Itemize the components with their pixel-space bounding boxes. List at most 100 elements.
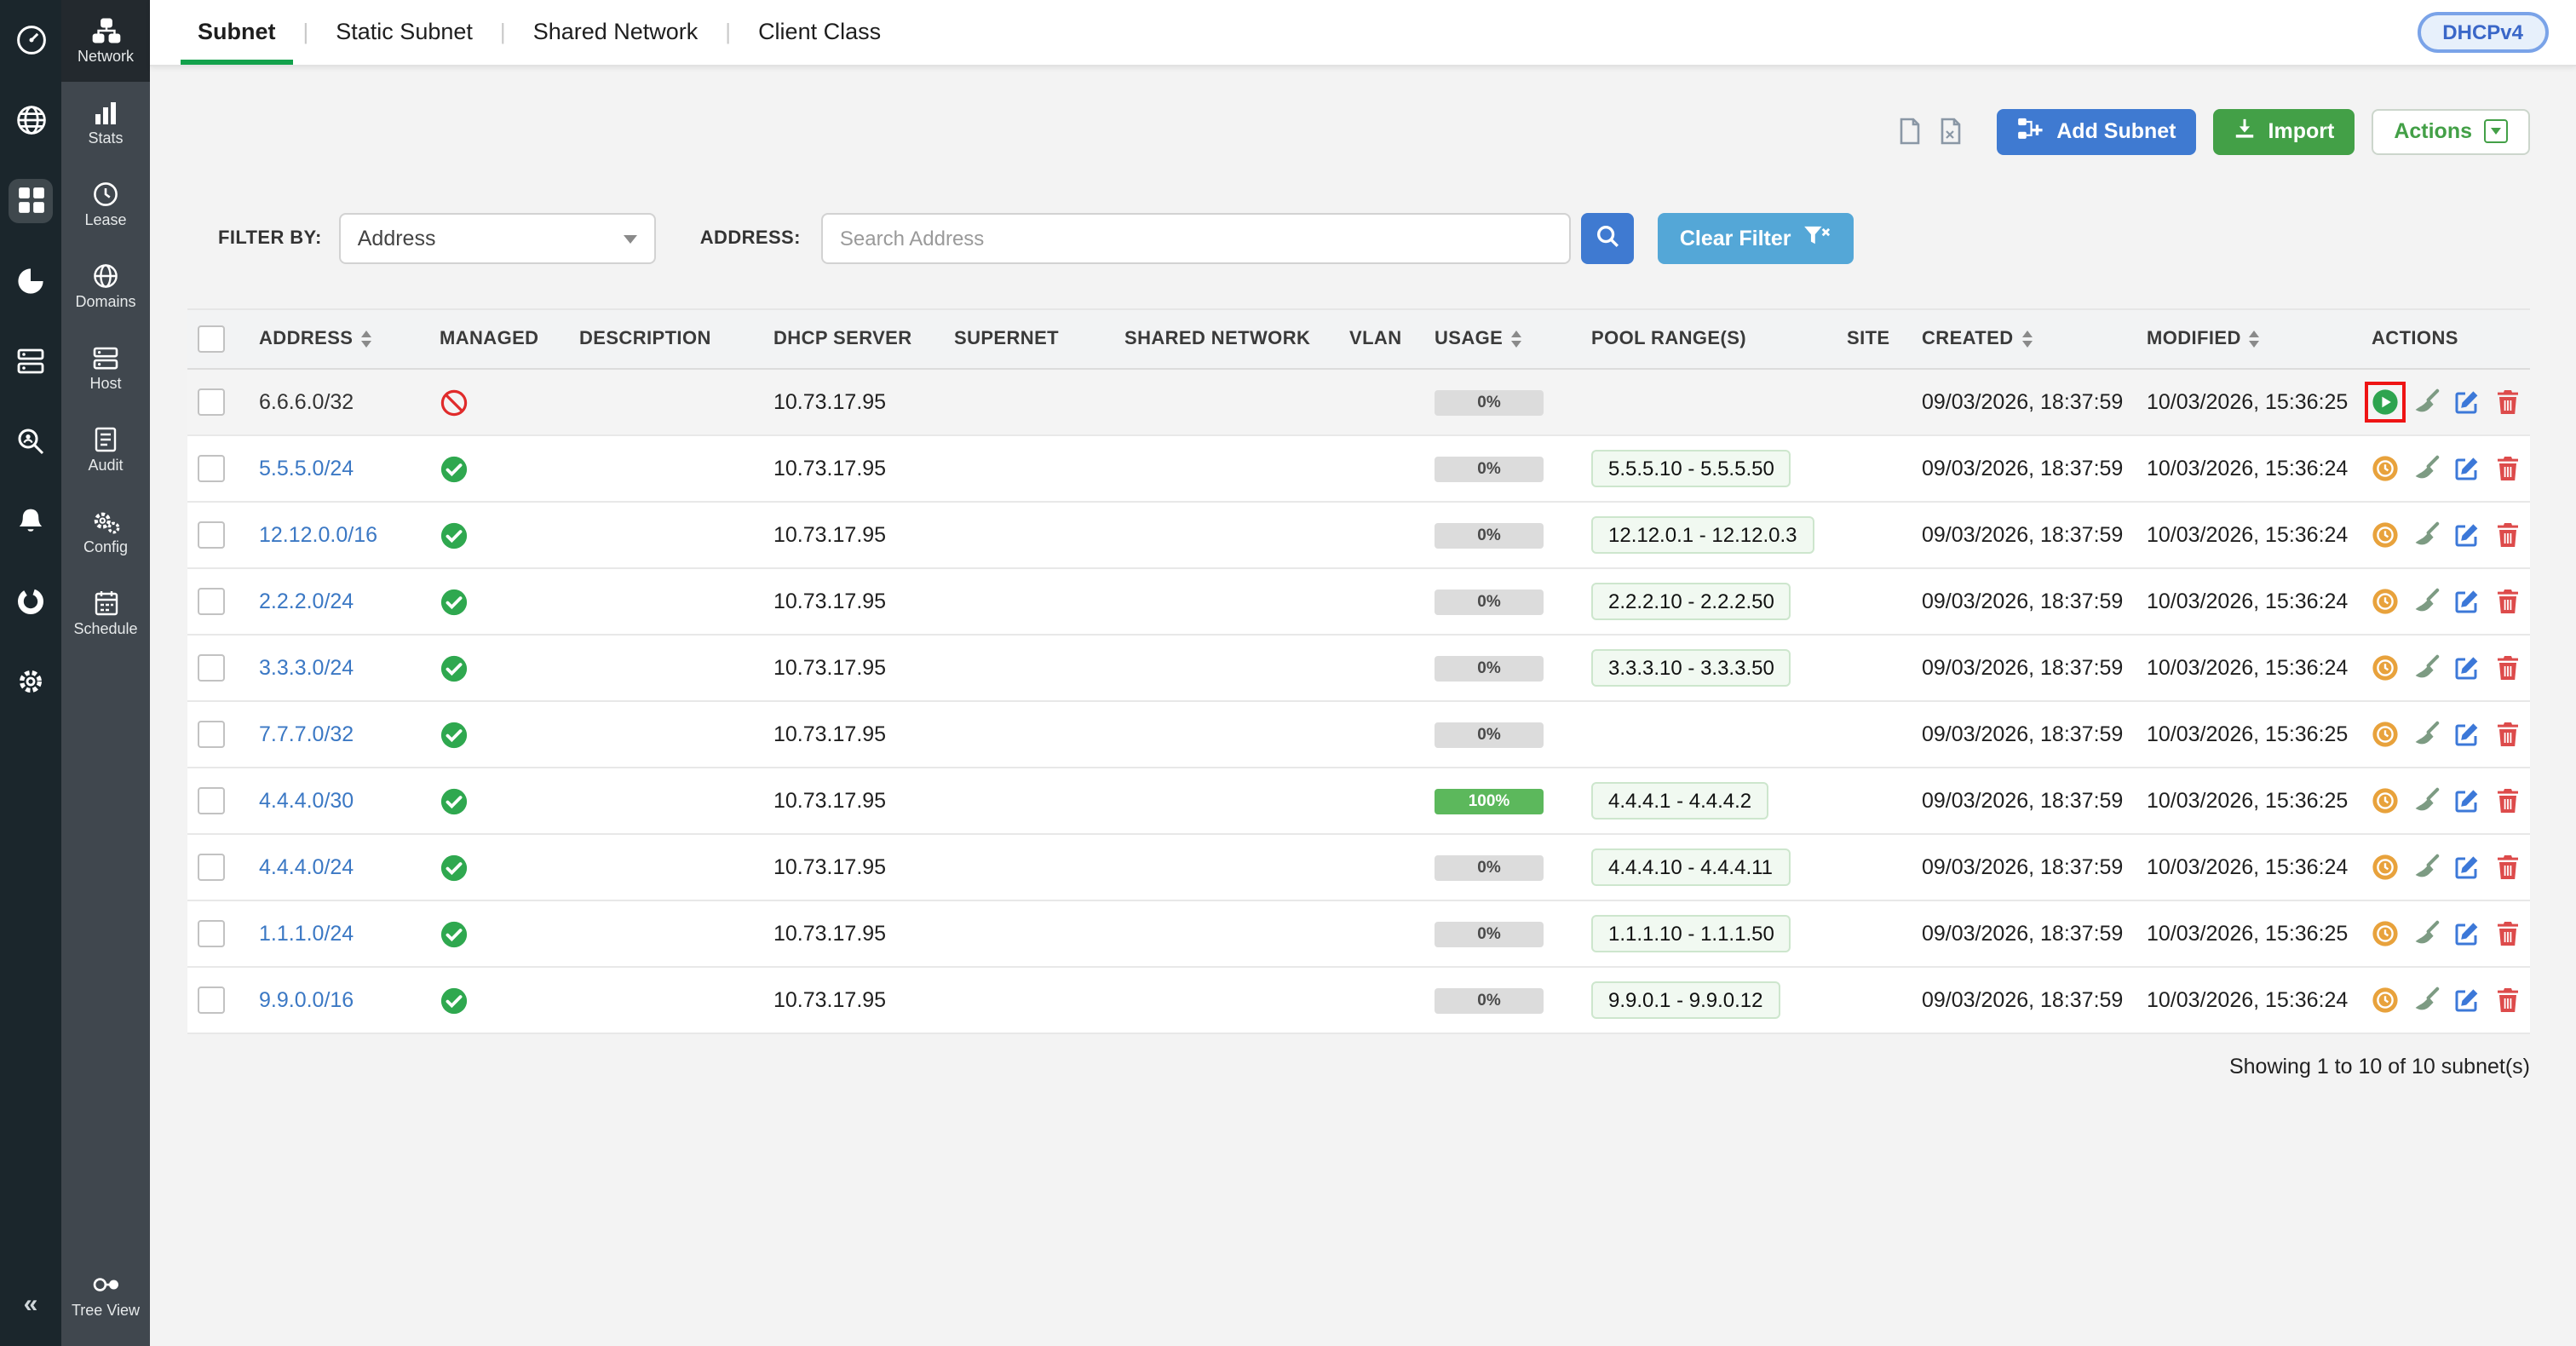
sort-icon[interactable] bbox=[2022, 331, 2033, 348]
rail-item-discovery[interactable] bbox=[0, 400, 61, 480]
search-address-input[interactable] bbox=[821, 213, 1571, 264]
col-header-usage[interactable]: USAGE bbox=[1424, 309, 1581, 369]
sidebar-item-audit[interactable]: Audit bbox=[61, 409, 150, 491]
subnet-address-link[interactable]: 1.1.1.0/24 bbox=[259, 922, 354, 946]
sidebar-item-lease[interactable]: Lease bbox=[61, 164, 150, 245]
delete-icon[interactable] bbox=[2494, 920, 2520, 947]
play-icon[interactable] bbox=[2372, 388, 2399, 416]
tab-shared-network[interactable]: Shared Network bbox=[506, 0, 726, 65]
broom-icon[interactable] bbox=[2412, 388, 2440, 416]
tab-subnet[interactable]: Subnet bbox=[170, 0, 303, 65]
broom-icon[interactable] bbox=[2412, 854, 2440, 881]
row-checkbox[interactable] bbox=[198, 588, 225, 615]
edit-icon[interactable] bbox=[2453, 920, 2481, 947]
edit-icon[interactable] bbox=[2453, 455, 2481, 482]
sort-icon[interactable] bbox=[2250, 331, 2260, 348]
col-header-modified[interactable]: MODIFIED bbox=[2136, 309, 2361, 369]
edit-icon[interactable] bbox=[2453, 588, 2481, 615]
edit-icon[interactable] bbox=[2453, 654, 2481, 682]
clock-icon[interactable] bbox=[2372, 854, 2399, 881]
subnet-address-link[interactable]: 4.4.4.0/30 bbox=[259, 789, 354, 813]
tab-static-subnet[interactable]: Static Subnet bbox=[308, 0, 500, 65]
clock-icon[interactable] bbox=[2372, 986, 2399, 1014]
sidebar-item-host[interactable]: Host bbox=[61, 327, 150, 409]
row-checkbox[interactable] bbox=[198, 654, 225, 682]
sort-icon[interactable] bbox=[361, 331, 371, 348]
edit-icon[interactable] bbox=[2453, 787, 2481, 814]
delete-icon[interactable] bbox=[2494, 787, 2520, 814]
rail-item-dashboard[interactable] bbox=[0, 0, 61, 80]
row-checkbox[interactable] bbox=[198, 854, 225, 881]
delete-icon[interactable] bbox=[2494, 986, 2520, 1014]
broom-icon[interactable] bbox=[2412, 721, 2440, 748]
edit-icon[interactable] bbox=[2453, 721, 2481, 748]
subnet-address-link[interactable]: 3.3.3.0/24 bbox=[259, 656, 354, 680]
subnet-address-link[interactable]: 4.4.4.0/24 bbox=[259, 855, 354, 879]
sidebar-item-stats[interactable]: Stats bbox=[61, 82, 150, 164]
row-checkbox[interactable] bbox=[198, 920, 225, 947]
subnet-address-link[interactable]: 7.7.7.0/32 bbox=[259, 722, 354, 746]
clock-icon[interactable] bbox=[2372, 521, 2399, 549]
delete-icon[interactable] bbox=[2494, 521, 2520, 549]
rail-item-notifications[interactable] bbox=[0, 480, 61, 561]
rail-item-dns[interactable] bbox=[0, 80, 61, 160]
clock-icon[interactable] bbox=[2372, 588, 2399, 615]
clock-icon[interactable] bbox=[2372, 721, 2399, 748]
filter-by-select[interactable]: Address bbox=[339, 213, 656, 264]
sidebar-item-schedule[interactable]: Schedule bbox=[61, 572, 150, 654]
collapse-sidebar-button[interactable]: « bbox=[17, 1283, 45, 1326]
subnet-address-link[interactable]: 2.2.2.0/24 bbox=[259, 590, 354, 613]
broom-icon[interactable] bbox=[2412, 521, 2440, 549]
col-header-address[interactable]: ADDRESS bbox=[249, 309, 429, 369]
row-checkbox[interactable] bbox=[198, 986, 225, 1014]
sidebar-item-config[interactable]: Config bbox=[61, 491, 150, 572]
row-checkbox[interactable] bbox=[198, 721, 225, 748]
tab-client-class[interactable]: Client Class bbox=[731, 0, 908, 65]
edit-icon[interactable] bbox=[2453, 388, 2481, 416]
clock-icon[interactable] bbox=[2372, 787, 2399, 814]
broom-icon[interactable] bbox=[2412, 787, 2440, 814]
row-checkbox[interactable] bbox=[198, 787, 225, 814]
rail-item-servers[interactable] bbox=[0, 320, 61, 400]
select-all-checkbox[interactable] bbox=[198, 325, 225, 353]
pdf-export-icon[interactable] bbox=[1898, 118, 1922, 145]
rail-item-reports[interactable] bbox=[0, 561, 61, 641]
sort-icon[interactable] bbox=[1511, 331, 1521, 348]
delete-icon[interactable] bbox=[2494, 654, 2520, 682]
rail-item-admin[interactable] bbox=[0, 641, 61, 721]
delete-icon[interactable] bbox=[2494, 455, 2520, 482]
edit-icon[interactable] bbox=[2453, 854, 2481, 881]
subnet-address-link[interactable]: 12.12.0.0/16 bbox=[259, 523, 377, 547]
row-checkbox[interactable] bbox=[198, 521, 225, 549]
delete-icon[interactable] bbox=[2494, 721, 2520, 748]
sidebar-item-tree-view[interactable]: Tree View bbox=[61, 1254, 150, 1336]
col-header-created[interactable]: CREATED bbox=[1912, 309, 2136, 369]
clear-filter-button[interactable]: Clear Filter bbox=[1658, 213, 1854, 264]
sidebar-item-network[interactable]: Network bbox=[61, 0, 150, 82]
broom-icon[interactable] bbox=[2412, 920, 2440, 947]
subnet-address-link[interactable]: 9.9.0.0/16 bbox=[259, 988, 354, 1012]
broom-icon[interactable] bbox=[2412, 986, 2440, 1014]
clock-icon[interactable] bbox=[2372, 654, 2399, 682]
sidebar-item-domains[interactable]: Domains bbox=[61, 245, 150, 327]
broom-icon[interactable] bbox=[2412, 588, 2440, 615]
search-button[interactable] bbox=[1581, 213, 1634, 264]
delete-icon[interactable] bbox=[2494, 854, 2520, 881]
clock-icon[interactable] bbox=[2372, 455, 2399, 482]
broom-icon[interactable] bbox=[2412, 455, 2440, 482]
clock-icon[interactable] bbox=[2372, 920, 2399, 947]
edit-icon[interactable] bbox=[2453, 521, 2481, 549]
rail-item-dhcp[interactable] bbox=[0, 240, 61, 320]
row-checkbox[interactable] bbox=[198, 388, 225, 416]
actions-button[interactable]: Actions bbox=[2372, 108, 2530, 154]
edit-icon[interactable] bbox=[2453, 986, 2481, 1014]
add-subnet-button[interactable]: Add Subnet bbox=[1997, 108, 2196, 154]
dhcpv4-badge[interactable]: DHCPv4 bbox=[2417, 12, 2549, 53]
row-checkbox[interactable] bbox=[198, 455, 225, 482]
excel-export-icon[interactable] bbox=[1939, 118, 1963, 145]
delete-icon[interactable] bbox=[2494, 588, 2520, 615]
delete-icon[interactable] bbox=[2494, 388, 2520, 416]
subnet-address-link[interactable]: 5.5.5.0/24 bbox=[259, 457, 354, 480]
rail-item-ipam[interactable] bbox=[0, 160, 61, 240]
import-button[interactable]: Import bbox=[2214, 108, 2355, 154]
